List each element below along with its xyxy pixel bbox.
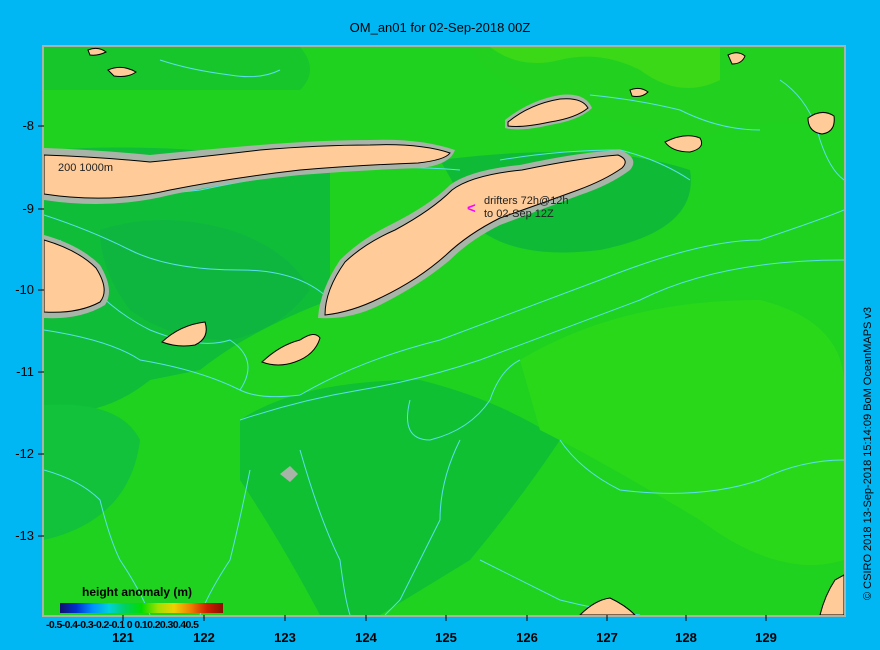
x-tick-label: 126 — [516, 630, 538, 645]
credit-text: © CSIRO 2018 13-Sep-2018 15:14:09 BoM Oc… — [862, 306, 874, 600]
legend-tick-labels: -0.5-0.4-0.3-0.2-0.1 0 0.10.20.30.40.5 — [46, 619, 199, 631]
x-tick-label: 127 — [596, 630, 618, 645]
map-canvas — [38, 47, 844, 621]
x-tick-label: 125 — [435, 630, 457, 645]
x-tick-label: 129 — [755, 630, 777, 645]
legend-colorbar — [60, 603, 223, 613]
x-tick-label: 122 — [193, 630, 215, 645]
x-tick-label: 128 — [675, 630, 697, 645]
y-tick-label: -13 — [15, 528, 34, 543]
drifter-marker: < — [467, 200, 476, 217]
y-tick-label: -12 — [15, 446, 34, 461]
anomaly-region — [44, 47, 310, 90]
x-tick-label: 123 — [274, 630, 296, 645]
depth-contour-label: 200 1000m — [58, 162, 114, 174]
drifter-line-2: to 02-Sep 12Z — [484, 208, 554, 220]
y-axis-ticks — [38, 125, 44, 537]
drifter-annotation: drifters 72h@12h to 02-Sep 12Z — [484, 195, 569, 221]
y-tick-label: -9 — [22, 201, 34, 216]
y-tick-label: -10 — [15, 282, 34, 297]
drifter-line-1: drifters 72h@12h — [484, 195, 569, 207]
x-tick-label: 121 — [112, 630, 134, 645]
y-tick-label: -8 — [22, 118, 34, 133]
x-tick-label: 124 — [355, 630, 377, 645]
legend-title: height anomaly (m) — [82, 585, 193, 599]
x-axis-ticks — [122, 615, 767, 621]
y-tick-label: -11 — [16, 364, 34, 379]
